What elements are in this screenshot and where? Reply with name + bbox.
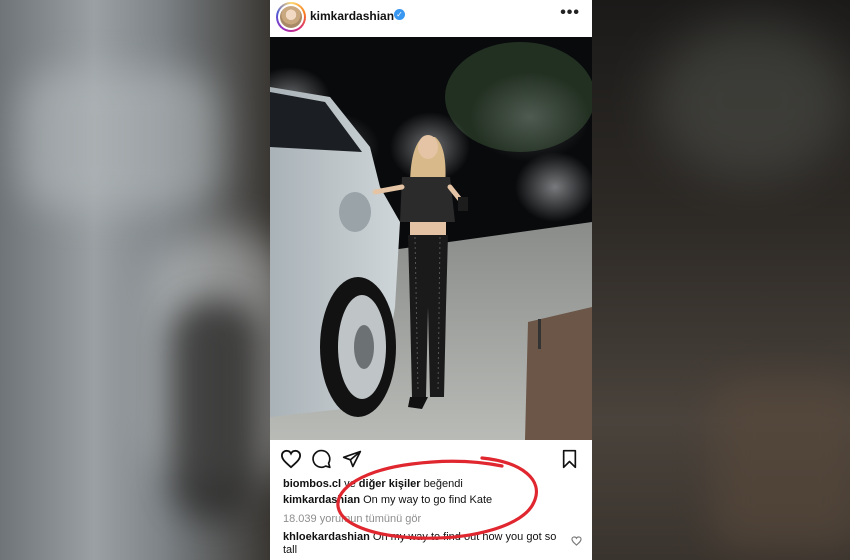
comment-like-heart-icon[interactable] xyxy=(571,536,582,546)
caption-username[interactable]: kimkardashian xyxy=(283,494,360,506)
likes-joiner: ve xyxy=(341,478,359,490)
more-options-icon[interactable]: ••• xyxy=(560,4,580,22)
share-icon[interactable] xyxy=(342,449,362,469)
comment-item: khloekardashian On my way to find out ho… xyxy=(283,531,563,557)
heart-icon[interactable] xyxy=(280,449,302,469)
likes-others-link[interactable]: diğer kişiler xyxy=(359,478,421,490)
comment-username[interactable]: khloekardashian xyxy=(283,531,370,543)
comment-icon[interactable] xyxy=(311,449,332,469)
likes-summary: biombos.cl ve diğer kişiler beğendi xyxy=(283,478,463,490)
blurred-background-right xyxy=(592,0,850,560)
post-header: kimkardashian ✓ ••• xyxy=(270,0,592,36)
verified-badge-icon: ✓ xyxy=(394,9,405,20)
instagram-post: kimkardashian ✓ ••• biombos.cl ve diğer … xyxy=(270,0,592,560)
likes-suffix: beğendi xyxy=(420,478,463,490)
liker-username[interactable]: biombos.cl xyxy=(283,478,341,490)
blurred-background-left xyxy=(0,0,290,560)
post-actions xyxy=(270,443,592,473)
post-caption: kimkardashian On my way to go find Kate xyxy=(283,494,492,506)
post-photo[interactable] xyxy=(270,37,592,440)
avatar[interactable] xyxy=(276,2,306,32)
view-all-comments-link[interactable]: 18.039 yorumun tümünü gör xyxy=(283,513,421,525)
caption-text: On my way to go find Kate xyxy=(360,494,493,506)
bookmark-icon[interactable] xyxy=(561,449,578,469)
post-username[interactable]: kimkardashian xyxy=(310,9,394,23)
